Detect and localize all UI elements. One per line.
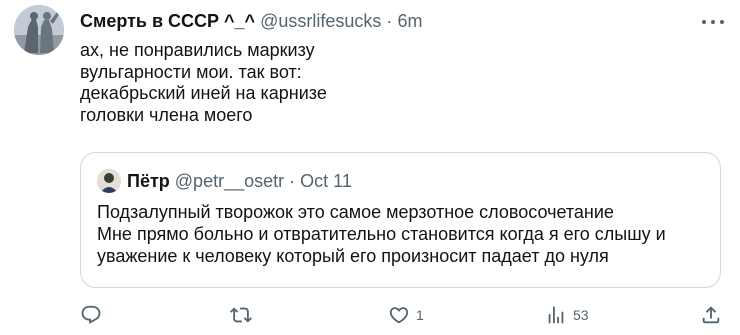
reply-button[interactable] — [80, 300, 102, 330]
quoted-tweet[interactable]: Пётр @petr__osetr · Oct 11 Подзалупный т… — [80, 152, 721, 288]
separator-dot: · — [386, 11, 393, 31]
author-name[interactable]: Смерть в СССР ^_^ — [80, 11, 255, 31]
reply-icon — [81, 305, 101, 324]
tweet-header: Смерть в СССР ^_^ @ussrlifesucks · 6m — [80, 10, 422, 32]
quote-text-line: уважение к человеку который его произнос… — [97, 246, 609, 266]
tweet-text-line: головки члена моего — [80, 104, 253, 125]
share-button[interactable] — [700, 300, 722, 330]
views-icon — [548, 306, 564, 324]
tweet-time[interactable]: 6m — [397, 11, 422, 31]
tweet-text-line: вульгарности мои. так вот: — [80, 61, 302, 82]
avatar-statue-image — [14, 5, 64, 55]
quote-text-line: Мне прямо больно и отвратительно станови… — [97, 224, 666, 244]
quote-avatar-image — [97, 169, 121, 193]
quote-text: Подзалупный творожок это самое мерзотное… — [97, 201, 707, 267]
tweet-text-line: декабрьский иней на карнизе — [80, 83, 327, 103]
retweet-button[interactable] — [230, 300, 252, 330]
heart-icon — [389, 307, 409, 324]
share-icon — [702, 306, 720, 324]
author-handle[interactable]: @ussrlifesucks — [260, 11, 381, 31]
more-options-icon[interactable] — [702, 12, 724, 32]
tweet-text-line: ах, не понравились маркизу — [80, 40, 315, 60]
views-button[interactable]: 53 — [545, 300, 589, 330]
like-button[interactable]: 1 — [388, 300, 424, 330]
quote-header: Пётр @petr__osetr · Oct 11 — [127, 170, 352, 192]
quote-text-line: Подзалупный творожок это самое мерзотное… — [97, 202, 614, 222]
action-bar: 1 53 — [0, 300, 740, 330]
quote-separator-dot: · — [289, 171, 296, 191]
views-count: 53 — [573, 307, 589, 323]
quote-author-handle[interactable]: @petr__osetr — [175, 171, 284, 191]
retweet-icon — [230, 307, 252, 323]
like-count: 1 — [416, 307, 424, 323]
avatar[interactable] — [14, 5, 64, 55]
quote-time[interactable]: Oct 11 — [300, 171, 352, 191]
quote-avatar[interactable] — [97, 169, 121, 193]
tweet-text: ах, не понравились маркизу вульгарности … — [80, 40, 700, 126]
quote-author-name[interactable]: Пётр — [127, 171, 170, 191]
